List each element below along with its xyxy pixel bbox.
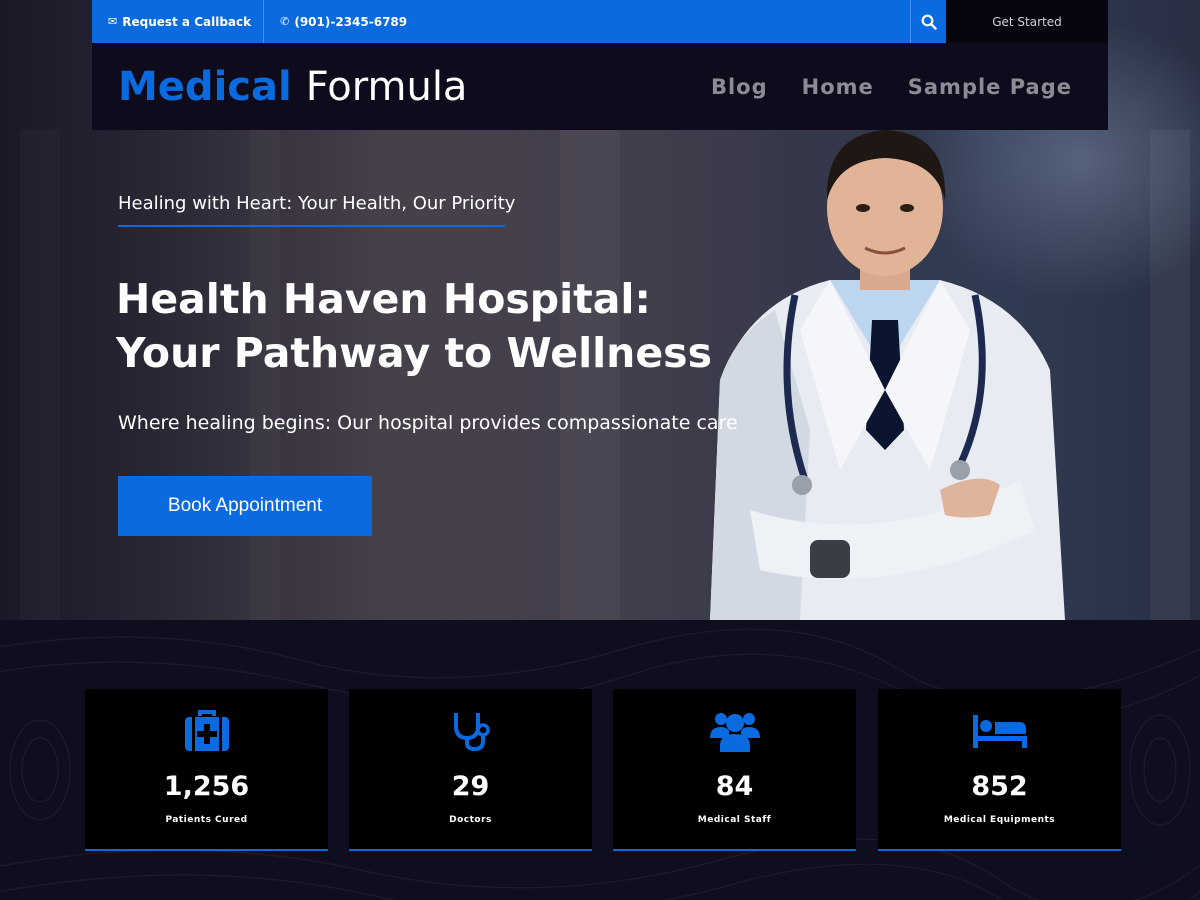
stat-card-doctors: 29 Doctors xyxy=(349,689,592,851)
stat-label: Patients Cured xyxy=(165,815,248,825)
medical-kit-icon xyxy=(179,707,235,755)
search-icon xyxy=(921,14,937,30)
stat-value: 852 xyxy=(971,771,1028,802)
callback-label: Request a Callback xyxy=(122,14,252,29)
bed-icon xyxy=(972,707,1028,755)
stat-card-patients: 1,256 Patients Cured xyxy=(85,689,328,851)
nav-sample-page[interactable]: Sample Page xyxy=(908,75,1072,99)
logo-part-1: Medical xyxy=(118,63,292,110)
stats-section: 1,256 Patients Cured 29 Doctors 84 Medic… xyxy=(0,620,1200,900)
book-appointment-button[interactable]: Book Appointment xyxy=(118,476,372,536)
stat-value: 84 xyxy=(715,771,754,802)
hero-subline: Where healing begins: Our hospital provi… xyxy=(118,412,738,434)
stat-label: Medical Staff xyxy=(697,815,772,825)
envelope-icon: ✉ xyxy=(108,15,118,28)
phone-link[interactable]: ✆ (901)-2345-6789 xyxy=(264,0,419,43)
phone-number: (901)-2345-6789 xyxy=(294,14,408,29)
site-logo[interactable]: Medical Formula xyxy=(118,64,467,110)
nav-home[interactable]: Home xyxy=(802,75,874,99)
users-icon xyxy=(707,707,763,755)
stat-card-staff: 84 Medical Staff xyxy=(613,689,856,851)
phone-icon: ✆ xyxy=(280,15,290,28)
hero-tagline: Healing with Heart: Your Health, Our Pri… xyxy=(118,193,516,214)
hero-headline: Health Haven Hospital: Your Pathway to W… xyxy=(116,275,712,377)
stat-label: Doctors xyxy=(449,815,492,825)
site-header: Medical Formula Blog Home Sample Page xyxy=(92,43,1108,130)
stat-card-equipments: 852 Medical Equipments xyxy=(878,689,1121,851)
request-callback-link[interactable]: ✉ Request a Callback xyxy=(92,0,265,43)
search-button[interactable] xyxy=(910,0,946,43)
logo-part-2: Formula xyxy=(305,63,468,110)
get-started-button[interactable]: Get Started xyxy=(946,0,1108,43)
top-bar: ✉ Request a Callback ✆ (901)-2345-6789 G… xyxy=(92,0,1108,43)
stethoscope-icon xyxy=(443,707,499,755)
stat-value: 29 xyxy=(451,771,490,802)
tagline-underline xyxy=(118,225,505,227)
nav-blog[interactable]: Blog xyxy=(711,75,768,99)
main-nav: Blog Home Sample Page xyxy=(711,75,1072,99)
stat-value: 1,256 xyxy=(163,771,250,802)
stat-label: Medical Equipments xyxy=(943,815,1056,825)
